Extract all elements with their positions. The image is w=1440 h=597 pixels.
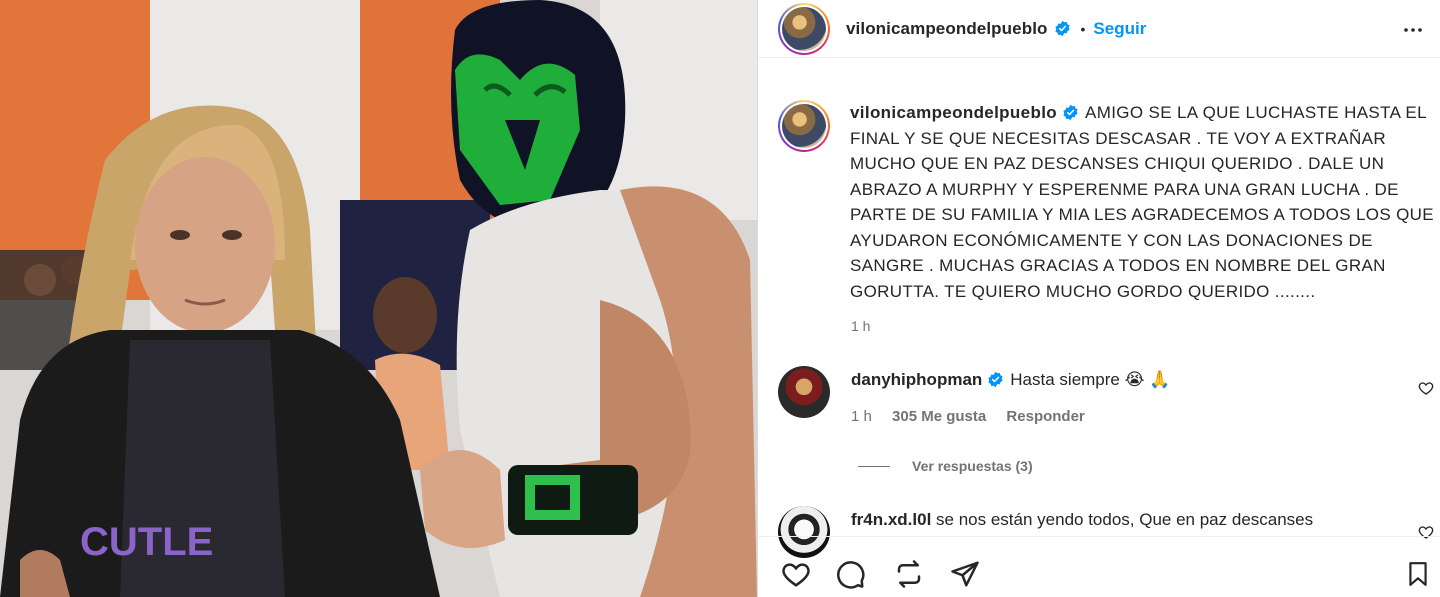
more-options-icon[interactable]: [1401, 18, 1425, 47]
commenter-username[interactable]: fr4n.xd.l0l: [851, 510, 931, 529]
view-replies-button[interactable]: Ver respuestas (3): [858, 458, 1033, 474]
comment-like-heart-icon[interactable]: [1418, 380, 1434, 401]
view-replies-label: Ver respuestas (3): [912, 458, 1033, 474]
comment-likes[interactable]: 305 Me gusta: [892, 408, 986, 425]
comment-text: Hasta siempre 😭 🙏: [1010, 370, 1171, 389]
post-timestamp[interactable]: 1 h: [851, 318, 870, 334]
comment-time[interactable]: 1 h: [851, 408, 872, 425]
author-username[interactable]: vilonicampeondelpueblo: [846, 19, 1048, 39]
post-caption: vilonicampeondelpueblo AMIGO SE LA QUE LU…: [778, 100, 1438, 304]
post-header: vilonicampeondelpueblo • Seguir: [758, 0, 1440, 58]
commenter-username[interactable]: danyhiphopman: [851, 370, 982, 389]
comment-text: se nos están yendo todos, Que en paz des…: [936, 510, 1314, 529]
reply-button[interactable]: Responder: [1006, 408, 1084, 425]
send-icon[interactable]: [950, 559, 980, 594]
heart-icon[interactable]: [780, 559, 812, 594]
post-photo: CUTLE: [0, 0, 757, 597]
svg-text:CUTLE: CUTLE: [80, 520, 213, 564]
caption-body: AMIGO SE LA QUE LUCHASTE HASTA EL FINAL …: [850, 103, 1434, 301]
post-detail-panel: vilonicampeondelpueblo • Seguir vilonica…: [757, 0, 1440, 597]
verified-icon: [1054, 20, 1071, 37]
caption-text-block: vilonicampeondelpueblo AMIGO SE LA QUE LU…: [850, 100, 1438, 304]
follow-button[interactable]: Seguir: [1093, 19, 1146, 39]
caption-author-avatar[interactable]: [778, 100, 830, 152]
verified-icon: [1062, 104, 1079, 121]
comment-meta: 1 h 305 Me gusta Responder: [851, 408, 1101, 425]
bookmark-icon[interactable]: [1405, 559, 1431, 594]
commenter-avatar[interactable]: [778, 366, 830, 418]
verified-icon: [987, 371, 1004, 388]
caption-username[interactable]: vilonicampeondelpueblo: [850, 103, 1057, 122]
comment-content: fr4n.xd.l0l se nos están yendo todos, Qu…: [851, 510, 1313, 530]
author-avatar[interactable]: [778, 2, 830, 55]
separator-dot: •: [1080, 20, 1086, 37]
comment-icon[interactable]: [836, 559, 866, 594]
comment-content: danyhiphopman Hasta siempre 😭 🙏: [851, 370, 1170, 390]
share-icon[interactable]: [894, 559, 924, 594]
post-action-bar: [758, 536, 1440, 597]
replies-divider: [858, 465, 890, 467]
